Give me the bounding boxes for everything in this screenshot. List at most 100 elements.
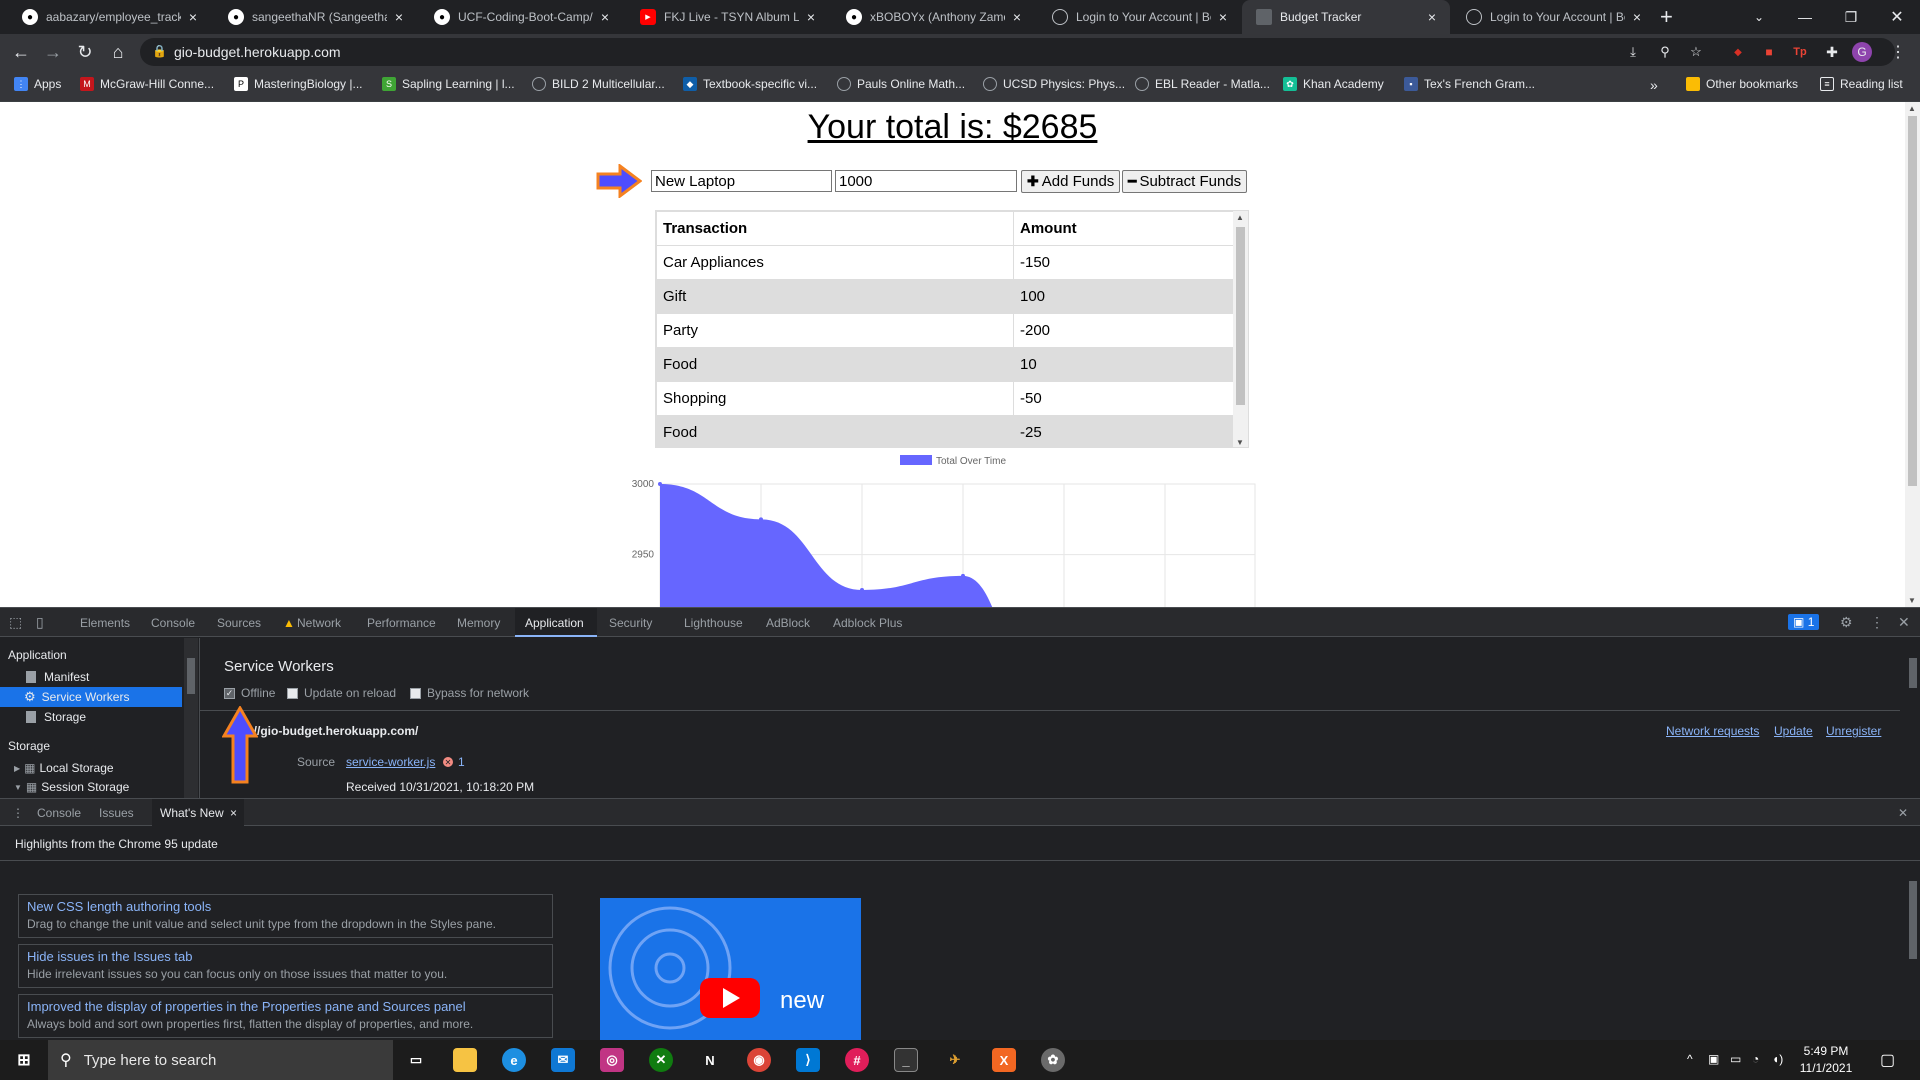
source-file-link[interactable]: service-worker.js bbox=[346, 755, 435, 769]
browser-tab[interactable]: ● aabazary/employee_tracke × bbox=[8, 0, 211, 34]
offline-checkbox[interactable]: ✓ Offline bbox=[224, 686, 275, 700]
zoom-icon[interactable]: ⚲ bbox=[1655, 42, 1675, 62]
file-explorer-icon[interactable] bbox=[453, 1048, 477, 1072]
browser-tab-active[interactable]: Budget Tracker × bbox=[1242, 0, 1450, 34]
guitar-app-icon[interactable]: ✈ bbox=[943, 1048, 967, 1072]
browser-tab[interactable]: ● xBOBOYx (Anthony Zamo × bbox=[832, 0, 1035, 34]
chrome-icon[interactable]: ◉ bbox=[747, 1048, 771, 1072]
subtract-funds-button[interactable]: ━ Subtract Funds bbox=[1122, 170, 1248, 193]
devtools-menu-icon[interactable]: ⋮ bbox=[1870, 614, 1884, 631]
transaction-name-input[interactable] bbox=[651, 170, 832, 192]
device-toolbar-icon[interactable]: ▯ bbox=[36, 614, 44, 631]
expand-arrow-icon[interactable]: ▶ bbox=[14, 764, 20, 773]
devtools-tab-lighthouse[interactable]: Lighthouse bbox=[684, 616, 743, 630]
bookmark-item[interactable]: BILD 2 Multicellular... bbox=[532, 77, 665, 91]
pane-scrollbar[interactable] bbox=[1906, 638, 1920, 798]
reload-icon[interactable]: ↻ bbox=[73, 40, 97, 64]
slack-icon[interactable]: # bbox=[845, 1048, 869, 1072]
table-scrollbar-thumb[interactable] bbox=[1236, 227, 1245, 405]
drawer-tab-whats-new[interactable]: What's New bbox=[160, 806, 224, 820]
browser-tab[interactable]: ▶ FKJ Live - TSYN Album Lau × bbox=[626, 0, 829, 34]
error-count-link[interactable]: ✕ 1 bbox=[443, 755, 465, 769]
whats-new-card[interactable]: Hide issues in the Issues tab Hide irrel… bbox=[18, 944, 553, 988]
minimize-button[interactable]: — bbox=[1782, 0, 1828, 34]
bookmark-item[interactable]: M McGraw-Hill Conne... bbox=[80, 77, 214, 91]
tp-extension-icon[interactable]: Tp bbox=[1788, 40, 1812, 64]
devtools-tab-adblock-plus[interactable]: Adblock Plus bbox=[833, 616, 902, 630]
devtools-tab-security[interactable]: Security bbox=[609, 616, 652, 630]
notion-icon[interactable]: N bbox=[698, 1048, 722, 1072]
devtools-tab-network[interactable]: Network bbox=[297, 616, 341, 630]
back-arrow-icon[interactable]: ← bbox=[9, 40, 33, 64]
taskbar-search-box[interactable]: ⚲ Type here to search bbox=[48, 1040, 393, 1080]
sidebar-item-storage[interactable]: Storage bbox=[0, 707, 182, 727]
close-devtools-icon[interactable]: ✕ bbox=[1898, 614, 1910, 631]
browser-tab[interactable]: ● UCF-Coding-Boot-Camp/ × bbox=[420, 0, 623, 34]
vscode-icon[interactable]: ⟩ bbox=[796, 1048, 820, 1072]
bookmark-item[interactable]: S Sapling Learning | l... bbox=[382, 77, 515, 91]
bookmark-item[interactable]: ✿ Khan Academy bbox=[1283, 77, 1384, 91]
bookmark-item[interactable]: Pauls Online Math... bbox=[837, 77, 965, 91]
table-scrollbar[interactable]: ▲ ▼ bbox=[1233, 211, 1248, 447]
card-title[interactable]: Improved the display of properties in th… bbox=[27, 999, 544, 1014]
other-bookmarks[interactable]: Other bookmarks bbox=[1686, 77, 1798, 91]
add-funds-button[interactable]: ✚ Add Funds bbox=[1021, 170, 1121, 193]
card-title[interactable]: New CSS length authoring tools bbox=[27, 899, 544, 914]
bookmark-apps[interactable]: ⋮ Apps bbox=[14, 77, 61, 91]
avatar[interactable]: G bbox=[1852, 42, 1872, 62]
bookmark-item[interactable]: UCSD Physics: Phys... bbox=[983, 77, 1125, 91]
terminal-icon[interactable]: _ bbox=[894, 1048, 918, 1072]
tab-search-icon[interactable]: ⌄ bbox=[1736, 0, 1782, 34]
instagram-icon[interactable]: ◎ bbox=[600, 1048, 624, 1072]
tray-chevron-icon[interactable]: ^ bbox=[1687, 1052, 1693, 1066]
install-icon[interactable]: ⤓ bbox=[1623, 42, 1643, 62]
close-icon[interactable]: × bbox=[1215, 9, 1231, 25]
bookmark-item[interactable]: P MasteringBiology |... bbox=[234, 77, 363, 91]
close-icon[interactable]: × bbox=[1009, 9, 1025, 25]
taskbar-clock[interactable]: 5:49 PM 11/1/2021 bbox=[1796, 1043, 1856, 1077]
inspect-element-icon[interactable]: ⬚ bbox=[9, 614, 22, 631]
xbox-icon[interactable]: ✕ bbox=[649, 1048, 673, 1072]
scroll-up-icon[interactable]: ▲ bbox=[1236, 213, 1244, 222]
puzzle-icon[interactable]: ✚ bbox=[1820, 40, 1844, 64]
whats-new-card[interactable]: Improved the display of properties in th… bbox=[18, 994, 553, 1038]
unregister-link[interactable]: Unregister bbox=[1826, 724, 1881, 738]
devtools-tab-console[interactable]: Console bbox=[151, 616, 195, 630]
sidebar-scrollbar[interactable] bbox=[184, 638, 198, 798]
home-icon[interactable]: ⌂ bbox=[106, 40, 130, 64]
volume-icon[interactable]: ◖) bbox=[1772, 1052, 1783, 1066]
forward-arrow-icon[interactable]: → bbox=[41, 40, 65, 64]
whats-new-card[interactable]: New CSS length authoring tools Drag to c… bbox=[18, 894, 553, 938]
transaction-amount-input[interactable] bbox=[835, 170, 1017, 192]
bookmark-star-icon[interactable]: ☆ bbox=[1686, 42, 1706, 62]
issues-counter-badge[interactable]: ▣ 1 bbox=[1788, 614, 1820, 630]
edge-icon[interactable]: e bbox=[502, 1048, 526, 1072]
page-scrollbar[interactable]: ▲ ▼ bbox=[1905, 102, 1920, 607]
mail-icon[interactable]: ✉ bbox=[551, 1048, 575, 1072]
close-drawer-icon[interactable]: ✕ bbox=[1898, 806, 1908, 820]
windows-start-icon[interactable]: ⊞ bbox=[12, 1048, 36, 1072]
whats-new-scrollbar[interactable] bbox=[1906, 861, 1920, 1040]
close-icon[interactable]: × bbox=[1424, 9, 1440, 25]
page-scrollbar-thumb[interactable] bbox=[1908, 116, 1917, 486]
devtools-tab-application[interactable]: Application bbox=[525, 616, 584, 630]
reading-list[interactable]: ≡ Reading list bbox=[1820, 77, 1903, 91]
close-icon[interactable]: × bbox=[597, 9, 613, 25]
paint-icon[interactable]: ✿ bbox=[1041, 1048, 1065, 1072]
close-icon[interactable]: × bbox=[391, 9, 407, 25]
update-on-reload-checkbox[interactable]: Update on reload bbox=[287, 686, 396, 700]
settings-gear-icon[interactable]: ⚙ bbox=[1840, 614, 1853, 631]
close-icon[interactable]: × bbox=[803, 9, 819, 25]
browser-tab[interactable]: Login to Your Account | Bo × bbox=[1038, 0, 1241, 34]
sidebar-scrollbar-thumb[interactable] bbox=[187, 658, 195, 694]
sidebar-item-session-storage[interactable]: ▼ ▦ Session Storage bbox=[0, 777, 182, 797]
task-view-icon[interactable]: ▭ bbox=[404, 1048, 428, 1072]
bookmark-item[interactable]: ◆ Textbook-specific vi... bbox=[683, 77, 817, 91]
bypass-for-network-checkbox[interactable]: Bypass for network bbox=[410, 686, 529, 700]
whats-new-scrollbar-thumb[interactable] bbox=[1909, 881, 1917, 959]
address-bar[interactable]: 🔒 gio-budget.herokuapp.com ⤓ ⚲ ☆ bbox=[140, 38, 1895, 66]
whats-new-video-thumbnail[interactable]: new bbox=[600, 898, 861, 1040]
sidebar-item-manifest[interactable]: Manifest bbox=[0, 667, 182, 687]
scroll-up-icon[interactable]: ▲ bbox=[1908, 104, 1916, 113]
update-link[interactable]: Update bbox=[1774, 724, 1813, 738]
